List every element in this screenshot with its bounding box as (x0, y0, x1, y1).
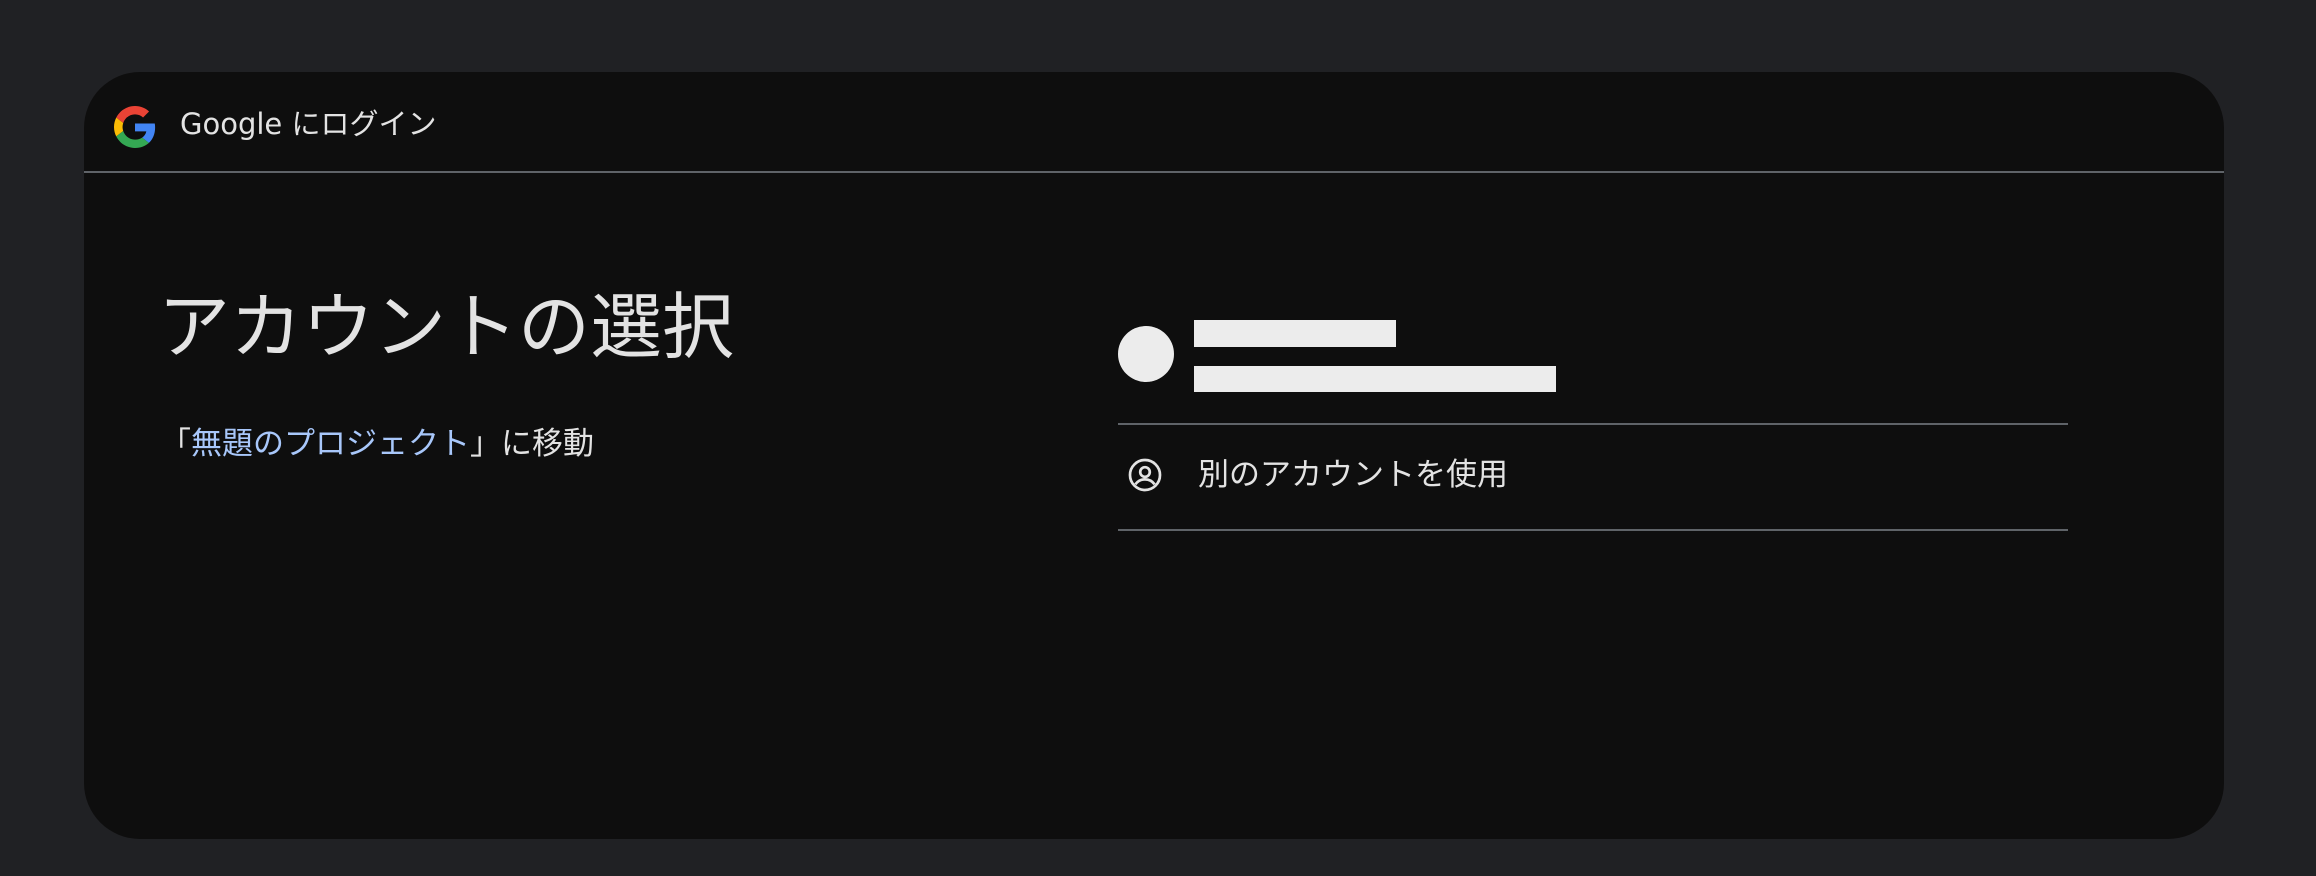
subtitle-suffix: 」に移動 (470, 426, 594, 462)
subtitle: 「無題のプロジェクト」に移動 (160, 422, 594, 466)
use-another-account-button[interactable]: 別のアカウントを使用 (1118, 424, 2068, 528)
account-list-item[interactable] (1118, 302, 2068, 424)
header-title: Google にログイン (180, 107, 437, 141)
account-email (1194, 366, 1556, 392)
avatar (1118, 326, 1174, 382)
account-circle-icon (1128, 458, 1162, 492)
account-name (1194, 320, 1396, 347)
subtitle-prefix: 「 (160, 426, 191, 462)
card-header: Google にログイン (84, 72, 2224, 173)
google-logo-icon (114, 106, 156, 148)
use-another-account-label: 別のアカウントを使用 (1198, 457, 1508, 493)
divider-bottom (1118, 529, 2068, 531)
page-title: アカウントの選択 (158, 285, 735, 369)
project-link[interactable]: 無題のプロジェクト (191, 426, 470, 462)
